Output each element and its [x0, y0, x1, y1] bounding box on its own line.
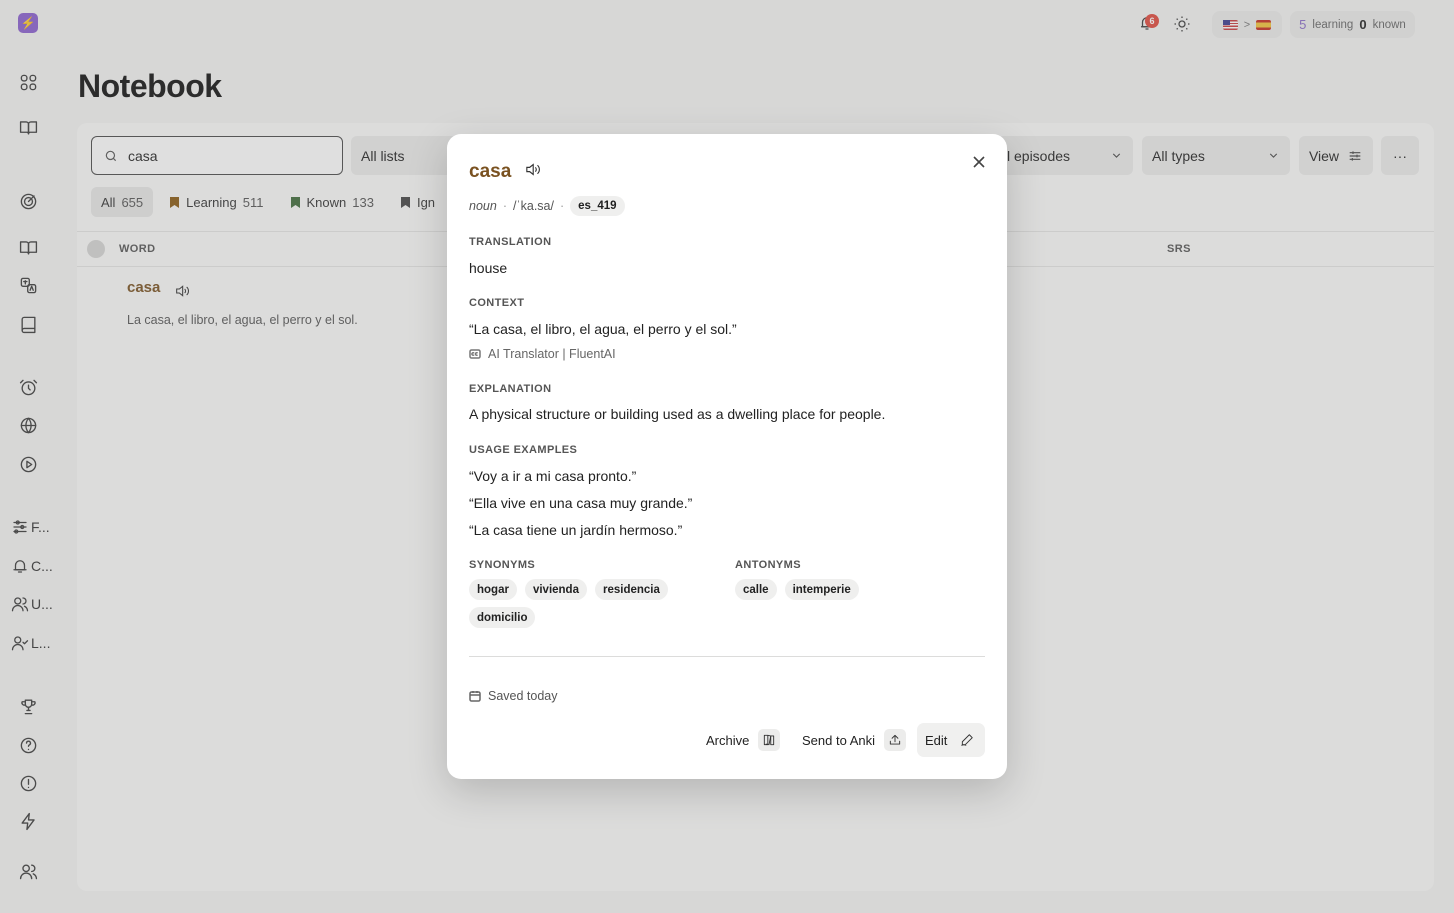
- source-label: AI Translator | FluentAI: [488, 347, 616, 361]
- synonym-chip[interactable]: vivienda: [524, 579, 587, 600]
- calendar-icon: [469, 691, 481, 702]
- locale-badge: es_419: [570, 196, 625, 216]
- context-source: AI Translator | FluentAI: [469, 347, 616, 361]
- close-icon[interactable]: [971, 154, 987, 170]
- divider: [469, 656, 985, 657]
- meta-separator: ·: [559, 199, 565, 213]
- archive-button[interactable]: Archive: [698, 723, 788, 757]
- translation-text: house: [469, 260, 508, 276]
- saved-label: Saved today: [488, 689, 558, 703]
- example-item: “Voy a ir a mi casa pronto.”: [469, 468, 637, 484]
- captions-icon: [469, 349, 481, 359]
- synonym-chip[interactable]: residencia: [594, 579, 668, 600]
- translation-label: TRANSLATION: [469, 236, 552, 248]
- explanation-label: EXPLANATION: [469, 383, 552, 395]
- ipa-pronunciation: /ˈka.sa/: [512, 199, 554, 213]
- antonym-chip[interactable]: intemperie: [784, 579, 859, 600]
- explanation-text: A physical structure or building used as…: [469, 406, 886, 422]
- speaker-icon[interactable]: [524, 161, 544, 181]
- word-meta: noun · /ˈka.sa/ · es_419: [469, 196, 625, 216]
- part-of-speech: noun: [469, 199, 497, 213]
- modal-word: casa: [469, 161, 512, 182]
- meta-separator: ·: [502, 199, 507, 213]
- edit-button[interactable]: Edit: [917, 723, 985, 757]
- edit-label: Edit: [925, 732, 948, 748]
- send-to-anki-button[interactable]: Send to Anki: [794, 723, 914, 757]
- synonym-chip[interactable]: hogar: [469, 579, 517, 600]
- context-text: “La casa, el libro, el agua, el perro y …: [469, 321, 737, 337]
- antonyms-list: calle intemperie: [735, 579, 975, 600]
- pen-icon: [956, 729, 977, 751]
- synonyms-list: hogar vivienda residencia domicilio: [469, 579, 709, 628]
- example-item: “La casa tiene un jardín hermoso.”: [469, 522, 683, 538]
- synonym-chip[interactable]: domicilio: [469, 607, 536, 628]
- usage-examples-label: USAGE EXAMPLES: [469, 444, 578, 456]
- word-detail-modal: casa noun · /ˈka.sa/ · es_419 TRANSLATIO…: [447, 134, 1007, 779]
- example-item: “Ella vive en una casa muy grande.”: [469, 495, 693, 511]
- archive-label: Archive: [706, 732, 750, 748]
- upload-icon: [884, 729, 906, 751]
- synonyms-label: SYNONYMS: [469, 559, 536, 571]
- context-label: CONTEXT: [469, 297, 525, 309]
- antonym-chip[interactable]: calle: [735, 579, 777, 600]
- archive-icon: [758, 729, 781, 751]
- saved-status: Saved today: [469, 689, 558, 703]
- antonyms-label: ANTONYMS: [735, 559, 801, 571]
- send-to-anki-label: Send to Anki: [802, 732, 875, 748]
